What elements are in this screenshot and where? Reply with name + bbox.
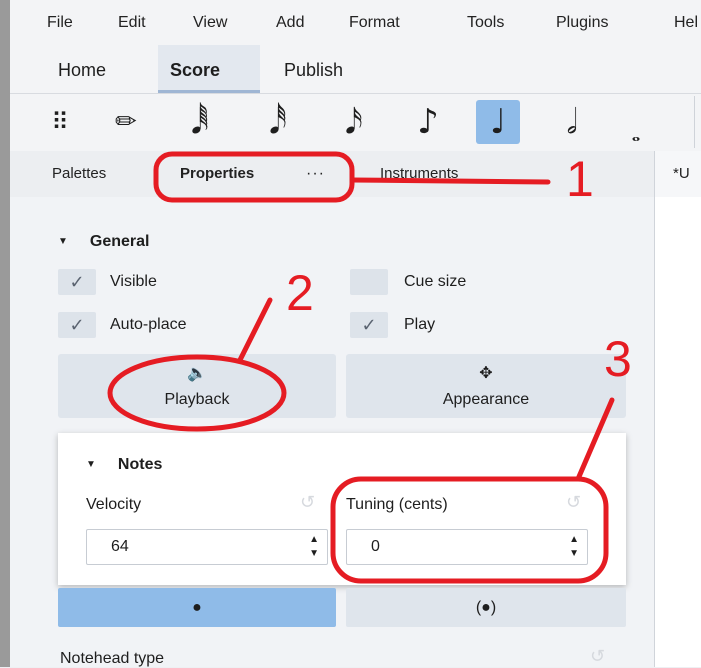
annotation-ring-playback	[107, 354, 287, 432]
annotation-overlay	[107, 151, 615, 584]
annotation-line-2	[237, 297, 273, 363]
annotation-ring-properties	[153, 151, 355, 203]
annotation-line-1	[349, 177, 551, 185]
annotation-number-2: 2	[286, 265, 314, 321]
annotation-number-1: 1	[566, 151, 594, 207]
annotation-ring-tuning	[330, 476, 609, 584]
annotation-number-3: 3	[604, 331, 632, 387]
annotation-line-3	[575, 397, 615, 482]
